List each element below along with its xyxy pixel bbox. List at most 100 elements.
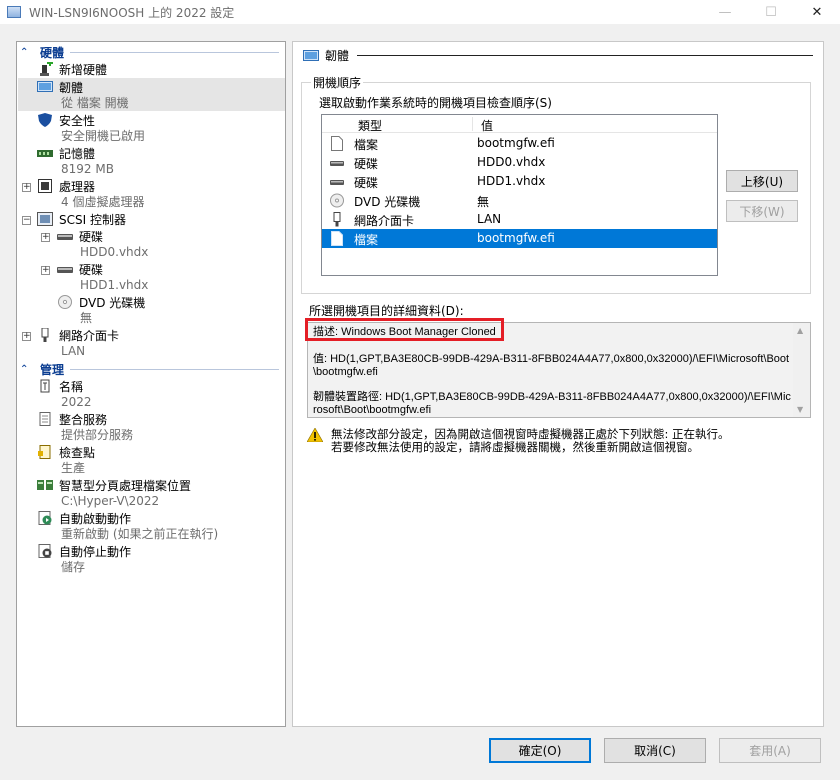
tree-item-label: 檢查點 bbox=[59, 445, 96, 460]
tree-item-dvd-drive[interactable]: DVD 光碟機 bbox=[57, 294, 145, 310]
maximize-button[interactable]: ☐ bbox=[748, 0, 794, 24]
memory-icon bbox=[37, 146, 53, 160]
tree-item-label: 安全性 bbox=[59, 113, 96, 128]
tree-item-label: 名稱 bbox=[59, 379, 84, 394]
boot-entry-type: 檔案 bbox=[354, 233, 379, 247]
tree-item-memory[interactable]: 記憶體 bbox=[37, 145, 95, 161]
expand-icon[interactable]: + bbox=[41, 266, 50, 275]
tree-item-sub: HDD1.vhdx bbox=[80, 278, 149, 292]
tree-item-label: 自動啟動動作 bbox=[59, 511, 132, 526]
tree-item-security[interactable]: 安全性 bbox=[37, 112, 95, 128]
file-icon bbox=[330, 136, 344, 154]
boot-entry-row[interactable]: 硬碟 HDD1.vhdx bbox=[322, 172, 717, 191]
tree-item-auto-start[interactable]: 自動啟動動作 bbox=[37, 510, 131, 526]
boot-entry-value: bootmgfw.efi bbox=[477, 231, 555, 245]
network-adapter-icon bbox=[330, 212, 344, 230]
tree-item-label: 智慧型分頁處理檔案位置 bbox=[59, 478, 192, 493]
tree-item-label: 處理器 bbox=[59, 179, 96, 194]
tree-item-sub: LAN bbox=[61, 344, 86, 358]
list-header: 類型 值 bbox=[322, 115, 717, 133]
tree-item-name[interactable]: 名稱 bbox=[37, 378, 83, 394]
boot-entry-type: 硬碟 bbox=[354, 157, 379, 171]
tree-item-sub: 提供部分服務 bbox=[61, 428, 134, 442]
boot-entry-row[interactable]: DVD 光碟機 無 bbox=[322, 191, 717, 210]
details-firmware-path: 韌體裝置路徑: HD(1,GPT,BA3E80CB-99DB-429A-B311… bbox=[313, 391, 791, 416]
panel-title: 韌體 bbox=[325, 49, 350, 63]
dvd-icon bbox=[57, 295, 73, 309]
panel-header: 韌體 bbox=[303, 47, 813, 64]
tree-item-auto-stop[interactable]: 自動停止動作 bbox=[37, 543, 131, 559]
settings-tree[interactable]: ⌃ 硬體 新增硬體 韌體 從 檔案 開機 安全性 安全開機已啟用 記憶體 819… bbox=[16, 41, 286, 727]
boot-entry-row[interactable]: 硬碟 HDD0.vhdx bbox=[322, 153, 717, 172]
tree-item-integration-services[interactable]: 整合服務 bbox=[37, 411, 107, 427]
column-value[interactable]: 值 bbox=[481, 117, 493, 134]
tree-item-hard-drive-1[interactable]: 硬碟 bbox=[57, 261, 103, 277]
tree-item-label: 記憶體 bbox=[59, 146, 96, 161]
minimize-button[interactable]: — bbox=[702, 0, 748, 24]
tree-item-sub: 生產 bbox=[61, 461, 86, 475]
tree-item-label: 硬碟 bbox=[79, 229, 104, 244]
tree-item-label: 整合服務 bbox=[59, 412, 108, 427]
expand-icon[interactable]: + bbox=[41, 233, 50, 242]
boot-entry-value: bootmgfw.efi bbox=[477, 136, 555, 150]
integration-icon bbox=[37, 412, 53, 426]
tree-item-checkpoints[interactable]: 檢查點 bbox=[37, 444, 95, 460]
tree-item-sub: 2022 bbox=[61, 395, 92, 409]
file-icon bbox=[330, 231, 344, 249]
firmware-icon bbox=[37, 80, 53, 94]
boot-order-list[interactable]: 類型 值 檔案 bootmgfw.efi 硬碟 HDD0.vhdx 硬碟 HDD… bbox=[321, 114, 718, 276]
scroll-up-icon[interactable]: ▲ bbox=[797, 326, 803, 335]
column-type[interactable]: 類型 bbox=[358, 117, 382, 134]
hardware-section-header[interactable]: ⌃ 硬體 bbox=[17, 44, 285, 60]
collapse-icon[interactable]: − bbox=[22, 216, 31, 225]
move-down-button[interactable]: 下移(W) bbox=[726, 200, 798, 222]
tree-item-sub: 從 檔案 開機 bbox=[61, 96, 129, 110]
scroll-down-icon[interactable]: ▼ bbox=[797, 405, 803, 414]
tree-item-add-hardware[interactable]: 新增硬體 bbox=[37, 60, 107, 77]
tree-item-sub: HDD0.vhdx bbox=[80, 245, 149, 259]
hyper-v-settings-icon bbox=[7, 6, 21, 18]
boot-entry-type: 硬碟 bbox=[354, 176, 379, 190]
tree-item-sub: 儲存 bbox=[61, 560, 86, 574]
tree-item-scsi-controller[interactable]: SCSI 控制器 bbox=[37, 211, 126, 227]
tree-item-label: 自動停止動作 bbox=[59, 544, 132, 559]
collapse-icon[interactable]: ⌃ bbox=[20, 47, 32, 58]
tree-item-hard-drive-0[interactable]: 硬碟 bbox=[57, 228, 103, 244]
tree-item-sub: 無 bbox=[80, 311, 93, 325]
hard-drive-icon bbox=[57, 262, 73, 276]
processor-icon bbox=[37, 179, 53, 193]
expand-icon[interactable]: + bbox=[22, 332, 31, 341]
ok-button[interactable]: 確定(O) bbox=[489, 738, 591, 763]
move-up-button[interactable]: 上移(U) bbox=[726, 170, 798, 192]
tree-item-network-adapter[interactable]: 網路介面卡 bbox=[37, 327, 119, 343]
boot-entry-value: HDD0.vhdx bbox=[477, 155, 546, 169]
boot-entry-type: DVD 光碟機 bbox=[354, 195, 421, 209]
hard-drive-icon bbox=[330, 155, 344, 173]
shield-icon bbox=[37, 113, 53, 127]
name-icon bbox=[37, 379, 53, 393]
cancel-button[interactable]: 取消(C) bbox=[604, 738, 706, 763]
hard-drive-icon bbox=[57, 229, 73, 243]
boot-entry-value: HDD1.vhdx bbox=[477, 174, 546, 188]
details-value: 值: HD(1,GPT,BA3E80CB-99DB-429A-B311-8FBB… bbox=[313, 353, 790, 378]
expand-icon[interactable]: + bbox=[22, 183, 31, 192]
boot-entry-row[interactable]: 檔案 bootmgfw.efi bbox=[322, 134, 717, 153]
tree-item-smart-paging[interactable]: 智慧型分頁處理檔案位置 bbox=[37, 477, 191, 493]
boot-entry-row[interactable]: 網路介面卡 LAN bbox=[322, 210, 717, 229]
tree-item-label: 網路介面卡 bbox=[59, 328, 120, 343]
tree-item-sub: 4 個虛擬處理器 bbox=[61, 195, 145, 209]
tree-item-firmware[interactable]: 韌體 bbox=[37, 79, 83, 95]
dvd-icon bbox=[330, 193, 344, 211]
apply-button[interactable]: 套用(A) bbox=[719, 738, 821, 763]
close-button[interactable]: ✕ bbox=[794, 0, 840, 24]
warning-message: 無法修改部分設定，因為開啟這個視窗時虛擬機器正處於下列狀態: 正在執行。 若要修… bbox=[306, 427, 730, 454]
boot-order-title: 開機順序 bbox=[311, 74, 364, 91]
management-section-header[interactable]: ⌃ 管理 bbox=[17, 361, 285, 377]
warning-icon bbox=[306, 427, 324, 443]
collapse-icon[interactable]: ⌃ bbox=[20, 364, 32, 375]
boot-entry-row-selected[interactable]: 檔案 bootmgfw.efi bbox=[322, 229, 717, 248]
column-divider[interactable] bbox=[472, 117, 473, 131]
details-scrollbar[interactable]: ▲ ▼ bbox=[793, 323, 810, 417]
tree-item-processor[interactable]: 處理器 bbox=[37, 178, 95, 194]
boot-entry-type: 檔案 bbox=[354, 138, 379, 152]
